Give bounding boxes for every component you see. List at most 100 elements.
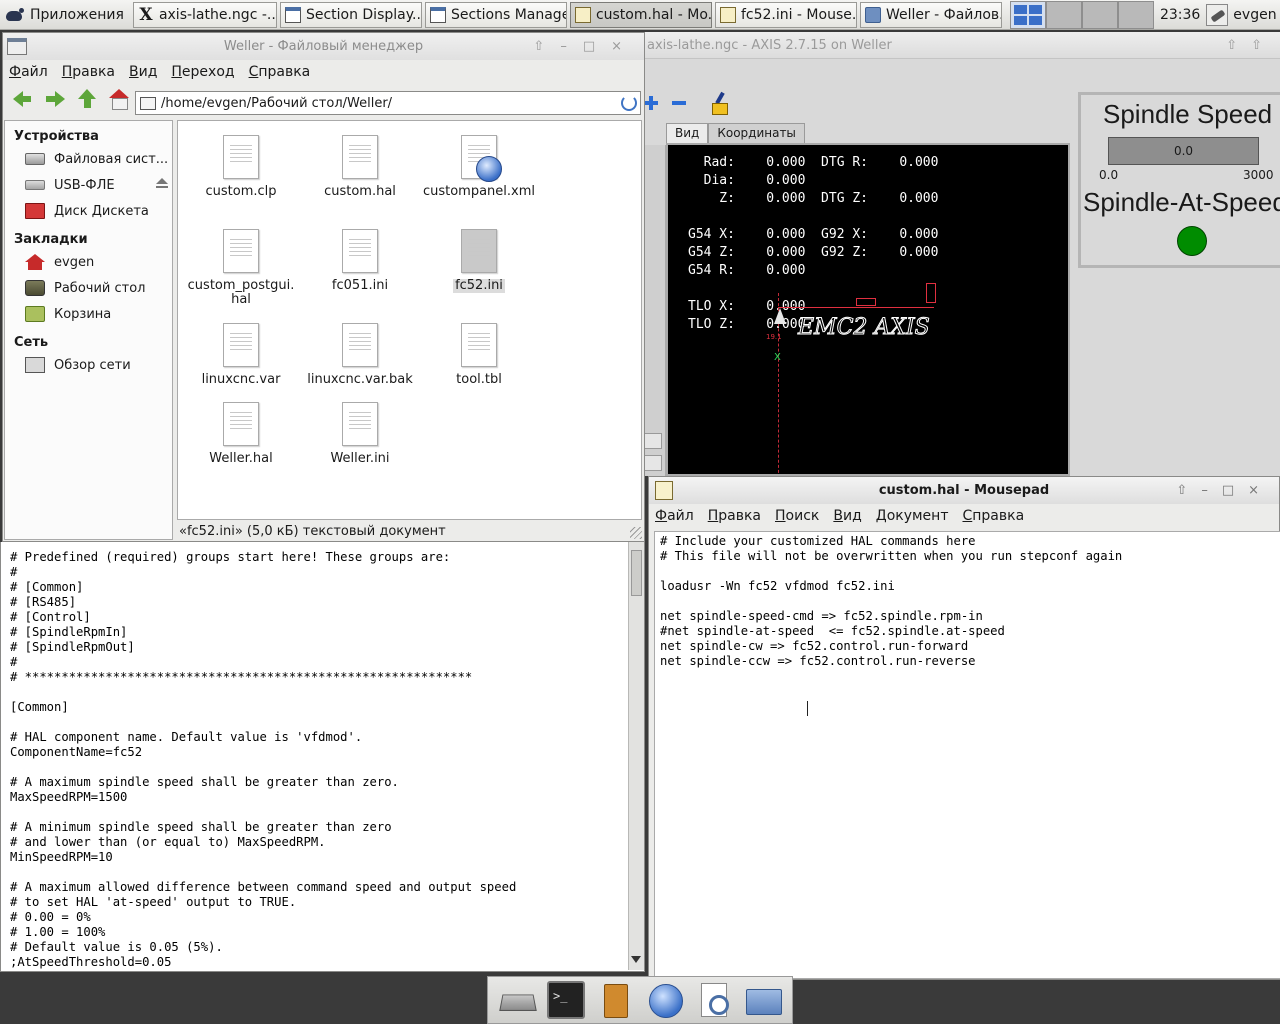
text-file-icon (342, 229, 378, 273)
fm-menu-go[interactable]: Переход (171, 64, 234, 80)
fc52-ini-editor[interactable]: # Predefined (required) groups start her… (0, 542, 645, 972)
sidebar-item-home[interactable]: evgen (5, 249, 172, 275)
sidebar-item-filesystem[interactable]: Файловая сист... (5, 146, 172, 172)
x-axis-label: X (774, 352, 781, 363)
spindle-speed-bar: 0.0 (1108, 137, 1259, 165)
workspace-1[interactable] (1009, 0, 1046, 29)
file-cabinet-icon[interactable] (596, 981, 634, 1019)
resize-grip[interactable] (630, 527, 642, 539)
text-file-icon (461, 229, 497, 273)
task-label: fc52.ini - Mouse... (740, 6, 857, 23)
desktop-icon (25, 280, 45, 296)
file-item[interactable]: linuxcnc.var.bak (301, 309, 419, 387)
mp-menu-document[interactable]: Документ (876, 508, 949, 524)
scrollbar-thumb[interactable] (631, 550, 642, 596)
task-custom-hal[interactable]: custom.hal - Mo... (569, 1, 712, 28)
fc52-ini-text[interactable]: # Predefined (required) groups start her… (10, 550, 516, 970)
mousepad-menubar: Файл Правка Поиск Вид Документ Справка (649, 504, 1279, 528)
path-input[interactable]: /home/evgen/Рабочий стол/Weller/ (135, 91, 641, 115)
zoom-out-icon[interactable] (672, 101, 686, 105)
axis-side-button[interactable] (644, 455, 662, 471)
tab-coordinates[interactable]: Координаты (708, 123, 805, 145)
tab-view[interactable]: Вид (666, 123, 709, 145)
task-label: custom.hal - Mo... (595, 6, 712, 23)
fc52-ini-scrollbar[interactable] (628, 542, 644, 970)
task-axis[interactable]: X axis-lathe.ngc -... (132, 1, 277, 28)
axis-preview-canvas[interactable]: Rad: 0.000 DTG R: 0.000 Dia: 0.000 Z: 0.… (666, 143, 1070, 476)
file-item[interactable]: fc051.ini (301, 215, 419, 293)
web-browser-icon[interactable] (646, 981, 684, 1019)
axis-window-buttons[interactable]: ⇧⇧ (1226, 32, 1276, 59)
sidebar-item-desktop[interactable]: Рабочий стол (5, 275, 172, 301)
file-label: Weller.hal (209, 451, 273, 466)
dro-line-5: G54 Z: 0.000 G92 Z: 0.000 (688, 245, 939, 260)
sidebar-item-usb[interactable]: USB-ФЛЕ (5, 172, 172, 198)
workspace-4[interactable] (1117, 0, 1154, 29)
switch-user-icon (1206, 3, 1229, 26)
folder-icon[interactable] (744, 981, 783, 1019)
fm-menu-edit[interactable]: Правка (62, 64, 115, 80)
task-section-display[interactable]: Section Display... (279, 1, 422, 28)
panel-clock[interactable]: 23:36 (1160, 7, 1200, 23)
spindle-at-speed-label: Spindle-At-Speed (1083, 187, 1280, 217)
home-icon[interactable] (107, 88, 131, 110)
sidebar-item-trash[interactable]: Корзина (5, 301, 172, 327)
task-fc52-ini[interactable]: fc52.ini - Mouse... (714, 1, 857, 28)
forward-arrow-icon[interactable] (43, 88, 67, 110)
file-item[interactable]: custom_postgui.hal (182, 215, 300, 307)
file-item[interactable]: Weller.hal (182, 388, 300, 466)
mousepad-icon (655, 481, 673, 500)
file-item[interactable]: Weller.ini (301, 388, 419, 466)
axis-window: axis-lathe.ngc - AXIS 2.7.15 on Weller ⇧… (644, 32, 1280, 476)
user-name: evgen (1233, 6, 1277, 23)
refresh-icon[interactable] (621, 95, 637, 111)
mousepad-title: custom.hal - Mousepad (878, 483, 1050, 498)
file-item[interactable]: custom.hal (301, 121, 419, 199)
mp-menu-file[interactable]: Файл (655, 508, 694, 524)
custom-hal-text[interactable]: # Include your customized HAL commands h… (660, 534, 1122, 669)
custom-hal-editor[interactable]: # Include your customized HAL commands h… (654, 531, 1280, 979)
clear-plot-icon[interactable] (710, 92, 730, 115)
sidebar-item-floppy[interactable]: Диск Дискета (5, 198, 172, 224)
sidebar-item-network[interactable]: Обзор сети (5, 352, 172, 378)
applications-menu[interactable]: Приложения (0, 0, 130, 30)
globe-icon (476, 156, 502, 182)
fm-sidebar: Устройства Файловая сист... USB-ФЛЕ Диск… (4, 120, 173, 540)
file-item[interactable]: linuxcnc.var (182, 309, 300, 387)
mousepad-icon (574, 6, 591, 23)
zoom-in-icon[interactable] (644, 96, 658, 110)
dro-line-6: G54 R: 0.000 (688, 263, 806, 278)
file-item-selected[interactable]: fc52.ini (420, 215, 538, 293)
hard-drive-icon (25, 153, 45, 165)
file-item[interactable]: custom.clp (182, 121, 300, 199)
eject-icon[interactable] (156, 178, 168, 190)
fm-menu-view[interactable]: Вид (129, 64, 157, 80)
task-file-manager[interactable]: Weller - Файлов... (859, 1, 1002, 28)
mp-menu-view[interactable]: Вид (833, 508, 861, 524)
terminal-icon[interactable]: >_ (546, 981, 585, 1019)
show-desktop-icon[interactable] (498, 981, 536, 1019)
user-menu[interactable]: evgen (1206, 3, 1277, 26)
mp-menu-edit[interactable]: Правка (708, 508, 761, 524)
xfce-mouse-icon (4, 6, 26, 24)
file-label: Weller.ini (330, 451, 390, 466)
scroll-down-arrow-icon[interactable] (631, 956, 641, 968)
dro-line-4: G54 X: 0.000 G92 X: 0.000 (688, 227, 939, 242)
task-label: Section Display... (305, 6, 422, 23)
mp-menu-help[interactable]: Справка (962, 508, 1024, 524)
task-sections-manager[interactable]: Sections Manager (424, 1, 567, 28)
axis-side-button[interactable] (644, 433, 662, 449)
workspace-3[interactable] (1081, 0, 1118, 29)
file-item[interactable]: custompanel.xml (420, 121, 538, 199)
fm-menu-file[interactable]: Файл (9, 64, 48, 80)
file-label: tool.tbl (456, 372, 502, 387)
mousepad-window-buttons[interactable]: ⇧–□× (1176, 477, 1273, 504)
mp-menu-search[interactable]: Поиск (775, 508, 819, 524)
fm-window-buttons[interactable]: ⇧–□× (533, 33, 638, 60)
file-item[interactable]: tool.tbl (420, 309, 538, 387)
workspace-2[interactable] (1045, 0, 1082, 29)
up-arrow-icon[interactable] (75, 88, 99, 110)
search-icon[interactable] (695, 981, 733, 1019)
fm-menu-help[interactable]: Справка (249, 64, 311, 80)
back-arrow-icon[interactable] (11, 88, 35, 110)
